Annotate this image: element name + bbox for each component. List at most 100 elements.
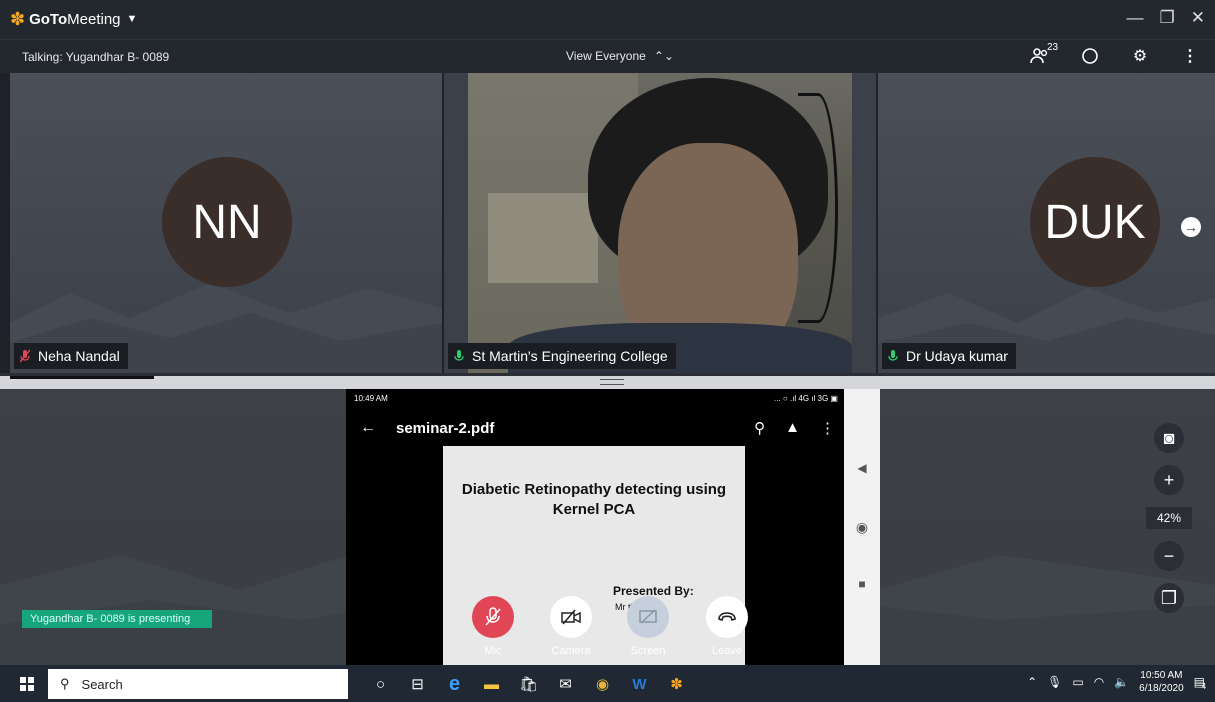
- phone-status-icons: ... ○ .ıl 4G ıl 3G ▣: [774, 394, 838, 403]
- more-vertical-icon: ⋮: [1182, 48, 1198, 65]
- participant-name-bar: Dr Udaya kumar: [882, 343, 1016, 369]
- gotomeeting-taskbar-icon[interactable]: ✽: [658, 671, 695, 697]
- room-window: [488, 193, 598, 283]
- chevron-up-icon[interactable]: ⌃: [1027, 675, 1037, 689]
- file-explorer-icon[interactable]: ▬: [473, 671, 510, 697]
- phone-status-bar: 10:49 AM ... ○ .ıl 4G ıl 3G ▣: [354, 394, 838, 403]
- android-nav-bar: ◀ ◉ ■: [844, 389, 880, 665]
- window-controls: — ❐ ✕: [1127, 8, 1206, 28]
- mic-button[interactable]: Mic: [470, 596, 516, 657]
- snapshot-camera-icon[interactable]: ◙: [1154, 423, 1184, 453]
- camera-button[interactable]: Camera: [548, 596, 594, 657]
- app-menu[interactable]: ✽ GoTo Meeting ▼: [10, 10, 137, 28]
- taskbar-apps: ○ ⊟ e ▬ 🛍 ✉ ◉ W ✽: [362, 671, 695, 697]
- zoom-percent: 42%: [1146, 507, 1192, 529]
- screen-share-off-icon: [627, 596, 669, 638]
- gotomeeting-logo-icon: ✽: [10, 9, 26, 29]
- chat-bubble-icon: [1082, 48, 1098, 64]
- minimize-icon[interactable]: —: [1127, 8, 1144, 28]
- task-view-icon[interactable]: ⊟: [399, 671, 436, 697]
- presenting-banner: Yugandhar B- 0089 is presenting: [22, 610, 212, 628]
- video-tile-neha[interactable]: NN Neha Nandal: [10, 73, 442, 373]
- word-icon[interactable]: W: [621, 671, 658, 697]
- video-tile-udaya[interactable]: DUK → Dr Udaya kumar: [878, 73, 1215, 373]
- back-arrow-icon[interactable]: ←: [360, 419, 376, 437]
- battery-icon[interactable]: ▭: [1072, 675, 1083, 689]
- up-down-chevron-icon: ⌃⌄: [653, 49, 674, 63]
- screen-button[interactable]: Screen: [625, 596, 671, 657]
- video-tile-st-martins[interactable]: St Martin's Engineering College: [444, 73, 876, 373]
- close-icon[interactable]: ✕: [1191, 8, 1205, 28]
- drag-handle-icon[interactable]: [600, 379, 624, 385]
- participant-name: Dr Udaya kumar: [906, 348, 1008, 364]
- participant-name: St Martin's Engineering College: [472, 348, 668, 364]
- mic-label: Mic: [484, 645, 502, 657]
- zoom-panel: ◙ + 42% − ❐: [1146, 423, 1192, 625]
- wifi-icon[interactable]: ◠: [1094, 675, 1104, 689]
- avatar: DUK: [1030, 157, 1160, 287]
- meeting-controls: Mic Camera Screen Leave: [470, 596, 750, 666]
- toolbar-icons: 23 ⚙ ⋮: [1029, 42, 1201, 67]
- zoom-in-icon[interactable]: +: [1154, 465, 1184, 495]
- view-selector-label: View Everyone: [566, 49, 646, 63]
- zoom-out-icon[interactable]: −: [1154, 541, 1184, 571]
- talking-indicator: Talking: Yugandhar B- 0089: [22, 50, 170, 64]
- webcam-feed: [468, 73, 852, 373]
- mic-tray-icon[interactable]: 🎙: [1047, 675, 1062, 689]
- slide-title: Diabetic Retinopathy detecting using Ker…: [461, 481, 727, 518]
- windows-start-icon[interactable]: [20, 677, 34, 691]
- nav-recents-icon[interactable]: ■: [844, 577, 880, 591]
- volume-icon[interactable]: 🔈: [1114, 675, 1129, 689]
- system-tray: ⌃ 🎙 ▭ ◠ 🔈 10:50 AM 6/18/2020 ▤ 4: [1027, 669, 1207, 695]
- pdf-actions: ⚲ ▲ ⋮: [754, 419, 835, 437]
- hang-up-icon: [706, 596, 748, 638]
- attendees-button[interactable]: 23: [1029, 42, 1058, 67]
- panel-splitter[interactable]: [0, 373, 1215, 389]
- participant-name: Neha Nandal: [38, 348, 120, 364]
- search-icon[interactable]: ⚲: [754, 419, 765, 437]
- drive-icon[interactable]: ▲: [785, 419, 800, 437]
- taskbar-clock[interactable]: 10:50 AM 6/18/2020: [1139, 669, 1184, 695]
- chrome-icon[interactable]: ◉: [584, 671, 621, 697]
- store-icon[interactable]: 🛍: [510, 671, 547, 697]
- gear-icon: ⚙: [1132, 48, 1148, 65]
- cortana-icon[interactable]: ○: [362, 671, 399, 697]
- phone-time: 10:49 AM: [354, 394, 388, 403]
- restore-icon[interactable]: ❐: [1160, 8, 1175, 28]
- more-options-button[interactable]: ⋮: [1179, 45, 1201, 67]
- clock-date: 6/18/2020: [1139, 683, 1184, 694]
- next-page-arrow-icon[interactable]: →: [1181, 217, 1201, 237]
- leave-label: Leave: [712, 645, 742, 657]
- view-selector[interactable]: View Everyone ⌃⌄: [566, 49, 674, 63]
- camera-off-icon: [550, 596, 592, 638]
- chat-button[interactable]: [1079, 45, 1101, 67]
- notification-center-icon[interactable]: ▤ 4: [1194, 675, 1207, 691]
- nav-home-icon[interactable]: ◉: [844, 519, 880, 536]
- gotomeeting-window: ✽ GoTo Meeting ▼ — ❐ ✕ Talking: Yugandha…: [0, 0, 1215, 702]
- notification-count: 4: [1201, 682, 1207, 691]
- app-name-rest: Meeting: [67, 10, 121, 28]
- fit-screen-icon[interactable]: ❐: [1154, 583, 1184, 613]
- nav-back-icon[interactable]: ◀: [844, 461, 880, 475]
- caret-down-icon: ▼: [126, 13, 138, 25]
- title-bar: ✽ GoTo Meeting ▼ — ❐ ✕: [0, 0, 1215, 40]
- mic-icon: [888, 350, 898, 361]
- mail-icon[interactable]: ✉: [547, 671, 584, 697]
- mic-icon: [454, 350, 464, 361]
- more-vertical-icon[interactable]: ⋮: [820, 419, 835, 437]
- avatar: NN: [162, 157, 292, 287]
- pdf-viewer-toolbar: ← seminar-2.pdf ⚲ ▲ ⋮: [360, 419, 835, 437]
- leave-button[interactable]: Leave: [704, 596, 750, 657]
- settings-button[interactable]: ⚙: [1129, 45, 1151, 67]
- clock-time: 10:50 AM: [1140, 670, 1183, 681]
- search-icon: ⚲: [60, 676, 70, 691]
- edge-icon[interactable]: e: [436, 671, 473, 697]
- taskbar-search[interactable]: ⚲ Search: [48, 669, 348, 699]
- mic-muted-icon: [472, 596, 514, 638]
- headset-icon: [798, 93, 838, 323]
- participant-name-bar: Neha Nandal: [14, 343, 128, 369]
- tile-scroll-indicator: [10, 376, 154, 379]
- attendee-count: 23: [1047, 42, 1059, 53]
- screen-label: Screen: [630, 645, 666, 657]
- meeting-toolbar: Talking: Yugandhar B- 0089 View Everyone…: [0, 40, 1215, 73]
